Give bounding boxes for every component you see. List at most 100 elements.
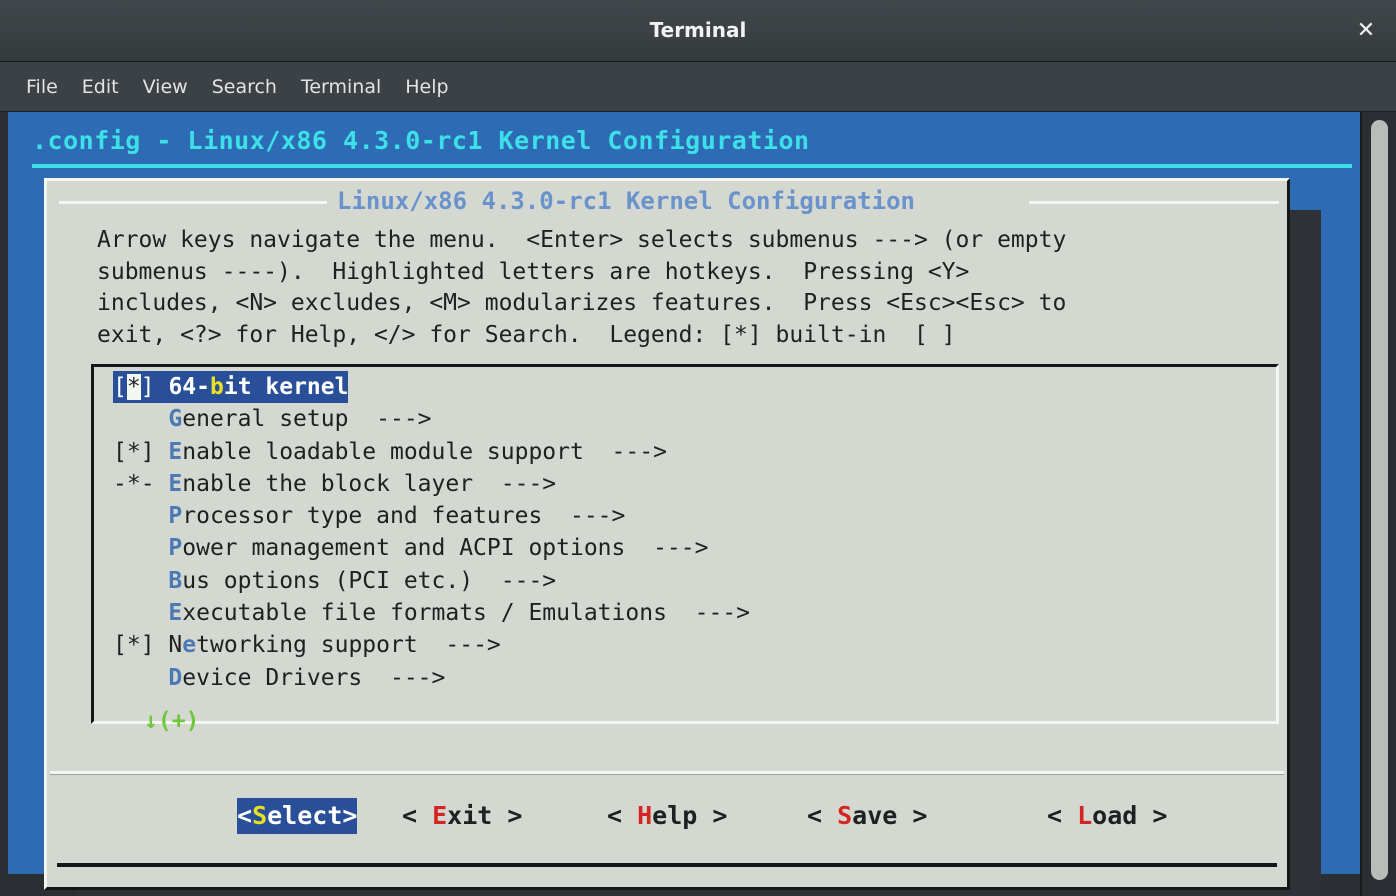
dialog-bottom-rule bbox=[57, 863, 1277, 867]
menubar-item-help[interactable]: Help bbox=[393, 73, 460, 101]
menu-item-gap bbox=[155, 632, 169, 658]
kconfig-dialog: Linux/x86 4.3.0-rc1 Kernel Configuration… bbox=[44, 178, 1290, 890]
dialog-title-rule-right bbox=[1029, 201, 1279, 204]
menu-item-gap bbox=[155, 665, 169, 691]
menu-item-label: nable loadable module support bbox=[182, 438, 584, 465]
button-bracket-right: > bbox=[492, 801, 523, 830]
dialog-button-load[interactable]: < Load > bbox=[1047, 798, 1167, 834]
dialog-help-text: Arrow keys navigate the menu. <Enter> se… bbox=[97, 227, 1067, 348]
button-bracket-left: < bbox=[1047, 801, 1078, 830]
menu-item[interactable]: Power management and ACPI options ---> bbox=[113, 532, 1283, 564]
menu-item-gap bbox=[155, 568, 169, 594]
button-hotkey: H bbox=[637, 801, 653, 830]
menu-item-mark bbox=[113, 503, 155, 529]
button-bracket-right: > bbox=[1137, 801, 1168, 830]
menubar-item-search[interactable]: Search bbox=[200, 73, 289, 101]
menu-item-submenu-arrow: ---> bbox=[473, 567, 557, 594]
menu-item-label: eneral setup bbox=[182, 406, 349, 433]
button-hotkey: S bbox=[252, 801, 268, 830]
window-title: Terminal bbox=[649, 18, 747, 42]
menu-item-hotkey: E bbox=[168, 600, 183, 627]
menu-item[interactable]: Executable file formats / Emulations ---… bbox=[113, 597, 1283, 629]
close-icon[interactable]: ✕ bbox=[1352, 18, 1380, 44]
button-label: elp bbox=[652, 801, 698, 830]
dialog-button-help[interactable]: < Help > bbox=[607, 798, 727, 834]
menu-item-submenu-arrow: ---> bbox=[348, 406, 432, 433]
menu-item-mark: [*] bbox=[113, 438, 155, 465]
button-bracket-left: < bbox=[607, 801, 638, 830]
menu-item[interactable]: Processor type and features ---> bbox=[113, 500, 1283, 532]
menu-item-hotkey: D bbox=[168, 664, 183, 691]
menu-item-gap bbox=[155, 374, 169, 400]
terminal-scrollbar-thumb[interactable] bbox=[1371, 120, 1388, 880]
button-label: ave bbox=[852, 801, 898, 830]
button-bracket-left: < bbox=[237, 801, 253, 830]
dialog-title-rule-left bbox=[59, 201, 327, 204]
button-hotkey: L bbox=[1077, 801, 1093, 830]
menu-item-label: tworking support bbox=[196, 632, 418, 659]
menu-item[interactable]: [*] Enable loadable module support ---> bbox=[113, 436, 1283, 468]
menu-item-submenu-arrow: ---> bbox=[625, 535, 709, 562]
button-label: elect bbox=[267, 801, 343, 830]
menu-item-hotkey: E bbox=[168, 470, 183, 497]
menu-item-mark bbox=[113, 406, 155, 432]
menu-item-gap bbox=[155, 439, 169, 465]
menu-item-hotkey: e bbox=[182, 632, 197, 659]
menu-item-submenu-arrow: ---> bbox=[666, 600, 751, 627]
menu-item-hotkey: B bbox=[168, 567, 183, 594]
dialog-titlebar: Linux/x86 4.3.0-rc1 Kernel Configuration bbox=[47, 187, 1287, 221]
menu-item-label: evice Drivers bbox=[182, 664, 363, 691]
menu-item-submenu-arrow: ---> bbox=[362, 664, 446, 691]
menu-list: [*] 64-bit kernel General setup ---> [*] … bbox=[113, 371, 1283, 694]
menu-item-submenu-arrow: ---> bbox=[542, 503, 626, 530]
config-header-line: .config - Linux/x86 4.3.0-rc1 Kernel Con… bbox=[32, 126, 810, 155]
button-hotkey: S bbox=[837, 801, 853, 830]
scroll-down-indicator: ↓(+) bbox=[144, 708, 200, 734]
button-bar-separator-shadow bbox=[50, 774, 1284, 775]
menu-item[interactable]: -*- Enable the block layer ---> bbox=[113, 468, 1283, 500]
terminal-content: .config - Linux/x86 4.3.0-rc1 Kernel Con… bbox=[0, 112, 1360, 896]
menu-item-hotkey: P bbox=[168, 503, 183, 530]
menubar-item-edit[interactable]: Edit bbox=[70, 73, 131, 101]
button-bracket-right: > bbox=[697, 801, 728, 830]
dialog-button-save[interactable]: < Save > bbox=[807, 798, 927, 834]
menu-item-label: rocessor type and features bbox=[182, 503, 543, 530]
menu-item-label: ower management and ACPI options bbox=[182, 535, 626, 562]
menu-item-hotkey: P bbox=[168, 535, 183, 562]
menu-item-mark: [*] bbox=[113, 374, 155, 400]
menu-item-hotkey: b bbox=[209, 374, 224, 400]
button-bracket-right: > bbox=[342, 801, 358, 830]
terminal-scrollbar[interactable] bbox=[1360, 112, 1396, 896]
menu-item-mark: [*] bbox=[113, 632, 155, 659]
menu-item-submenu-arrow: ---> bbox=[583, 438, 667, 465]
menu-item-mark-char: [ bbox=[113, 374, 127, 400]
menu-item-gap bbox=[155, 503, 169, 529]
dialog-button-select[interactable]: <Select> bbox=[237, 798, 358, 834]
dialog-button-exit[interactable]: < Exit > bbox=[402, 798, 522, 834]
menu-item-gap bbox=[155, 471, 169, 497]
menu-item-mark bbox=[113, 568, 155, 594]
menu-item-label: xecutable file formats / Emulations bbox=[182, 600, 667, 627]
button-bracket-left: < bbox=[402, 801, 433, 830]
menu-item-label: it kernel bbox=[223, 374, 349, 400]
menubar-item-terminal[interactable]: Terminal bbox=[289, 73, 393, 101]
menu-item-gap bbox=[155, 535, 169, 561]
menu-item-label-pre: N bbox=[168, 632, 183, 659]
menu-item-label: nable the block layer bbox=[182, 470, 474, 497]
menubar-item-file[interactable]: File bbox=[14, 73, 70, 101]
menu-item[interactable]: [*] Networking support ---> bbox=[113, 629, 1283, 661]
menu-item-cursor: * bbox=[126, 374, 141, 400]
menu-item[interactable]: General setup ---> bbox=[113, 403, 1283, 435]
button-hotkey: E bbox=[432, 801, 448, 830]
menu-item[interactable]: Device Drivers ---> bbox=[113, 662, 1283, 694]
menu-item-mark: -*- bbox=[113, 470, 155, 497]
button-bracket-left: < bbox=[807, 801, 838, 830]
menu-item-mark bbox=[113, 535, 155, 561]
menubar-item-view[interactable]: View bbox=[131, 73, 200, 101]
menu-item-hotkey: G bbox=[168, 406, 183, 433]
menu-item[interactable]: Bus options (PCI etc.) ---> bbox=[113, 565, 1283, 597]
dialog-button-bar: <Select> < Exit > < Help > < Save > < Load > bbox=[47, 798, 1287, 842]
menu-item-mark-char: ] bbox=[140, 374, 155, 400]
menu-item[interactable]: [*] 64-bit kernel bbox=[113, 371, 1283, 404]
menu-item-hotkey: E bbox=[168, 438, 183, 465]
